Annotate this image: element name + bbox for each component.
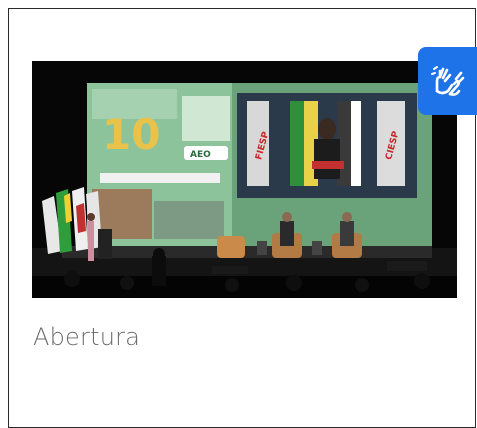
screen-big-number: 10 <box>102 110 160 159</box>
screen-logo-text: AEO <box>190 150 211 160</box>
sign-language-button[interactable] <box>418 47 477 115</box>
sign-language-hands-icon <box>430 66 464 96</box>
event-card[interactable]: 10 AEO FIESP CIESP Abertura <box>8 8 476 428</box>
event-photo-illustration: 10 AEO FIESP CIESP <box>32 61 457 298</box>
event-photo[interactable]: 10 AEO FIESP CIESP <box>32 61 457 298</box>
card-caption[interactable]: Abertura <box>33 323 140 351</box>
